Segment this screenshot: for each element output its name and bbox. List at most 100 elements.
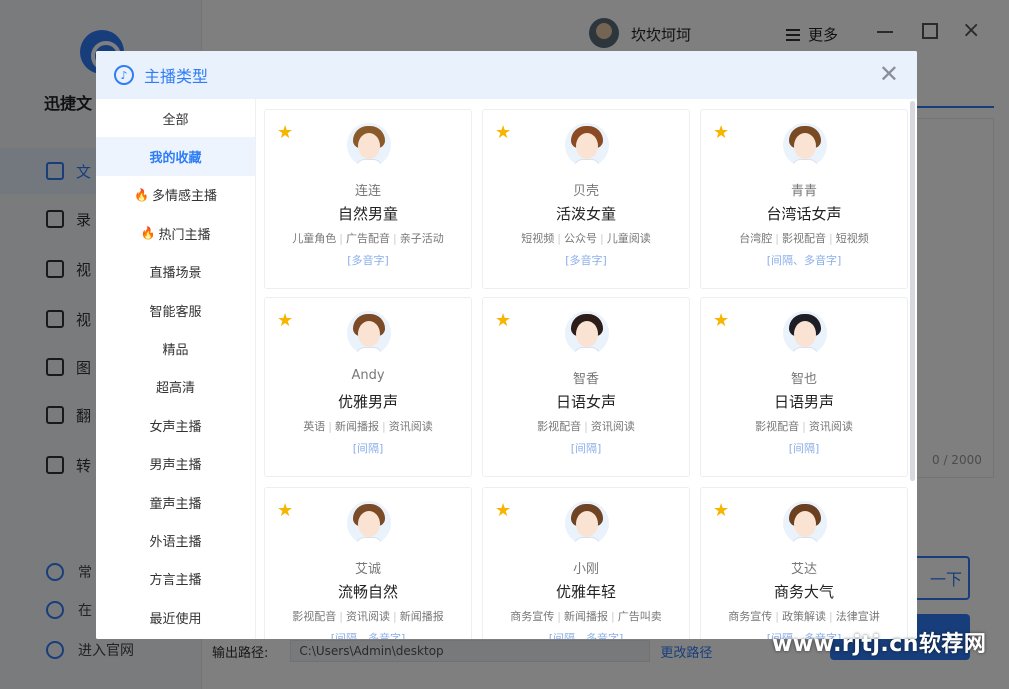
voice-tags: 商务宣传 | 新闻播报 | 广告叫卖: [483, 608, 689, 624]
category-label: 热门主播: [158, 227, 211, 243]
avatar-face: [576, 321, 598, 347]
voice-feature: [间隔、多音字]: [548, 632, 624, 639]
voice-card[interactable]: ★ 智香 日语女声 影视配音 | 资讯阅读 [间隔]: [482, 297, 690, 477]
favorite-star-icon[interactable]: ★: [713, 502, 729, 520]
voice-card[interactable]: ★ 青青 台湾话女声 台湾腔 | 影视配音 | 短视频 [间隔、多音字]: [700, 109, 908, 289]
voice-tag: 资讯阅读: [388, 420, 433, 433]
category-label: 直播场景: [149, 266, 202, 282]
speaker-name: Andy: [351, 368, 385, 383]
category-item[interactable]: 童声主播: [96, 483, 255, 521]
favorite-star-icon[interactable]: ★: [713, 312, 729, 330]
voice-tag: 英语: [303, 420, 326, 433]
voice-feature: [间隔、多音字]: [330, 632, 406, 639]
avatar-body: [355, 537, 383, 545]
speaker-name: 青青: [790, 184, 817, 199]
voice-tag: 商务宣传: [510, 610, 555, 623]
voice-card[interactable]: ★ 小刚 优雅年轻 商务宣传 | 新闻播报 | 广告叫卖 [间隔、多音字]: [482, 487, 690, 639]
voice-title: 日语男声: [773, 393, 834, 411]
modal-header: ♪ 主播类型 ✕: [96, 51, 917, 99]
avatar-body: [573, 347, 601, 355]
category-item[interactable]: 🔥 多情感主播: [96, 176, 255, 214]
avatar-face: [358, 133, 380, 159]
favorite-star-icon[interactable]: ★: [277, 312, 293, 330]
voice-feature: [多音字]: [347, 254, 389, 267]
voice-title: 日语女声: [555, 393, 616, 411]
modal-close-icon[interactable]: ✕: [879, 61, 899, 87]
tag-separator: |: [775, 232, 779, 245]
category-item[interactable]: 全部: [96, 99, 255, 137]
tag-separator: |: [611, 610, 615, 623]
favorite-star-icon[interactable]: ★: [277, 502, 293, 520]
fire-icon: 🔥: [140, 226, 156, 241]
fire-icon: 🔥: [134, 187, 149, 202]
voice-card[interactable]: ★ 连连自然男童儿童角色 | 广告配音 | 亲子活动 [多音字]: [264, 109, 472, 289]
voice-feature: [多音字]: [565, 254, 607, 267]
category-label: 男声主播: [149, 458, 202, 474]
voice-feature: [间隔]: [352, 442, 384, 455]
voice-feature: [间隔]: [788, 442, 820, 455]
category-item[interactable]: 超高清: [96, 368, 255, 406]
category-label: 外语主播: [149, 534, 202, 550]
voice-tag: 资讯阅读: [346, 610, 390, 623]
speaker-name: 连连: [354, 184, 381, 199]
voice-feature: [间隔、多音字]: [766, 254, 842, 267]
category-label: 方言主播: [149, 573, 202, 589]
voice-tags: 影视配音 | 资讯阅读: [701, 418, 907, 434]
voice-card[interactable]: ★ 艾达 商务大气 商务宣传 | 政策解读 | 法律宣讲 [间隔、多音字]: [700, 487, 908, 639]
voice-avatar: [783, 123, 827, 167]
avatar-body: [573, 159, 601, 167]
voice-tags: 儿童角色 | 广告配音 | 亲子活动: [265, 230, 471, 246]
avatar-face: [576, 511, 598, 537]
voice-type-modal: ♪ 主播类型 ✕ 全部 我的收藏 🔥 多情感主播 🔥 热门主播 直播场景 智能客服 精品 超高清女…: [96, 51, 917, 639]
voice-tag: 影视配音: [292, 610, 337, 623]
voice-feature: [间隔]: [570, 442, 602, 455]
category-item[interactable]: 我的收藏: [96, 137, 255, 176]
favorite-star-icon[interactable]: ★: [495, 312, 511, 330]
voice-tag: 政策解读: [782, 610, 826, 623]
favorite-star-icon[interactable]: ★: [495, 502, 511, 520]
avatar-body: [573, 537, 601, 545]
voice-card[interactable]: ★ 艾诚 流畅自然 影视配音 | 资讯阅读 | 新闻播报 [间隔、多音字]: [264, 487, 472, 639]
category-item[interactable]: 直播场景: [96, 253, 255, 291]
category-item[interactable]: 智能客服: [96, 291, 255, 329]
category-item[interactable]: 🔥 热门主播: [96, 214, 255, 252]
category-item[interactable]: 精品: [96, 329, 255, 367]
voice-tag: 广告配音: [346, 232, 390, 245]
voice-tag: 影视配音: [782, 232, 826, 245]
category-label: 精品: [162, 343, 189, 359]
category-label: 我的收藏: [149, 151, 202, 167]
voice-card[interactable]: ★ Andy 优雅男声英语 | 新闻播报 | 资讯阅读 [间隔]: [264, 297, 472, 477]
grid-scrollbar[interactable]: [910, 101, 915, 481]
favorite-star-icon[interactable]: ★: [713, 124, 729, 142]
voice-tags: 影视配音 | 资讯阅读: [483, 418, 689, 434]
category-item[interactable]: 男声主播: [96, 445, 255, 483]
voice-grid: ★ 连连 自然男童 儿童角色 | 广告配音 | 亲子活动 [多音字] ★ 贝壳 活泼女童 短视频 | 公众号…: [256, 99, 917, 639]
voice-title: 台湾话女声: [766, 205, 842, 223]
category-label: 智能客服: [149, 304, 202, 320]
category-item[interactable]: 外语主播: [96, 521, 255, 559]
voice-title: 优雅男声: [337, 393, 398, 411]
voice-title: 活泼女童: [555, 205, 616, 223]
category-item[interactable]: 方言主播: [96, 560, 255, 598]
voice-tag: 资讯阅读: [808, 420, 853, 433]
voice-tags: 英语 | 新闻播报 | 资讯阅读: [265, 418, 471, 434]
voice-tag: 商务宣传: [728, 610, 773, 623]
voice-tag: 法律宣讲: [835, 610, 880, 623]
tag-separator: |: [393, 232, 397, 245]
voice-title: 自然男童: [337, 205, 398, 223]
favorite-star-icon[interactable]: ★: [277, 124, 293, 142]
speaker-name: 智也: [790, 372, 817, 387]
voice-card[interactable]: ★ 贝壳 活泼女童 短视频 | 公众号 | 儿童阅读 [多音字]: [482, 109, 690, 289]
category-item[interactable]: 最近使用: [96, 598, 255, 636]
voice-title: 流畅自然: [337, 583, 398, 601]
voice-tag: 广告叫卖: [617, 610, 662, 623]
avatar-face: [794, 321, 816, 347]
category-label: 童声主播: [149, 496, 202, 512]
favorite-star-icon[interactable]: ★: [495, 124, 511, 142]
category-item[interactable]: 女声主播: [96, 406, 255, 444]
speaker-name: 艾诚: [354, 562, 381, 577]
avatar-body: [791, 537, 819, 545]
voice-card[interactable]: ★ 智也日语男声影视配音 | 资讯阅读 [间隔]: [700, 297, 908, 477]
avatar-body: [355, 159, 383, 167]
voice-tag: 亲子活动: [399, 232, 444, 245]
